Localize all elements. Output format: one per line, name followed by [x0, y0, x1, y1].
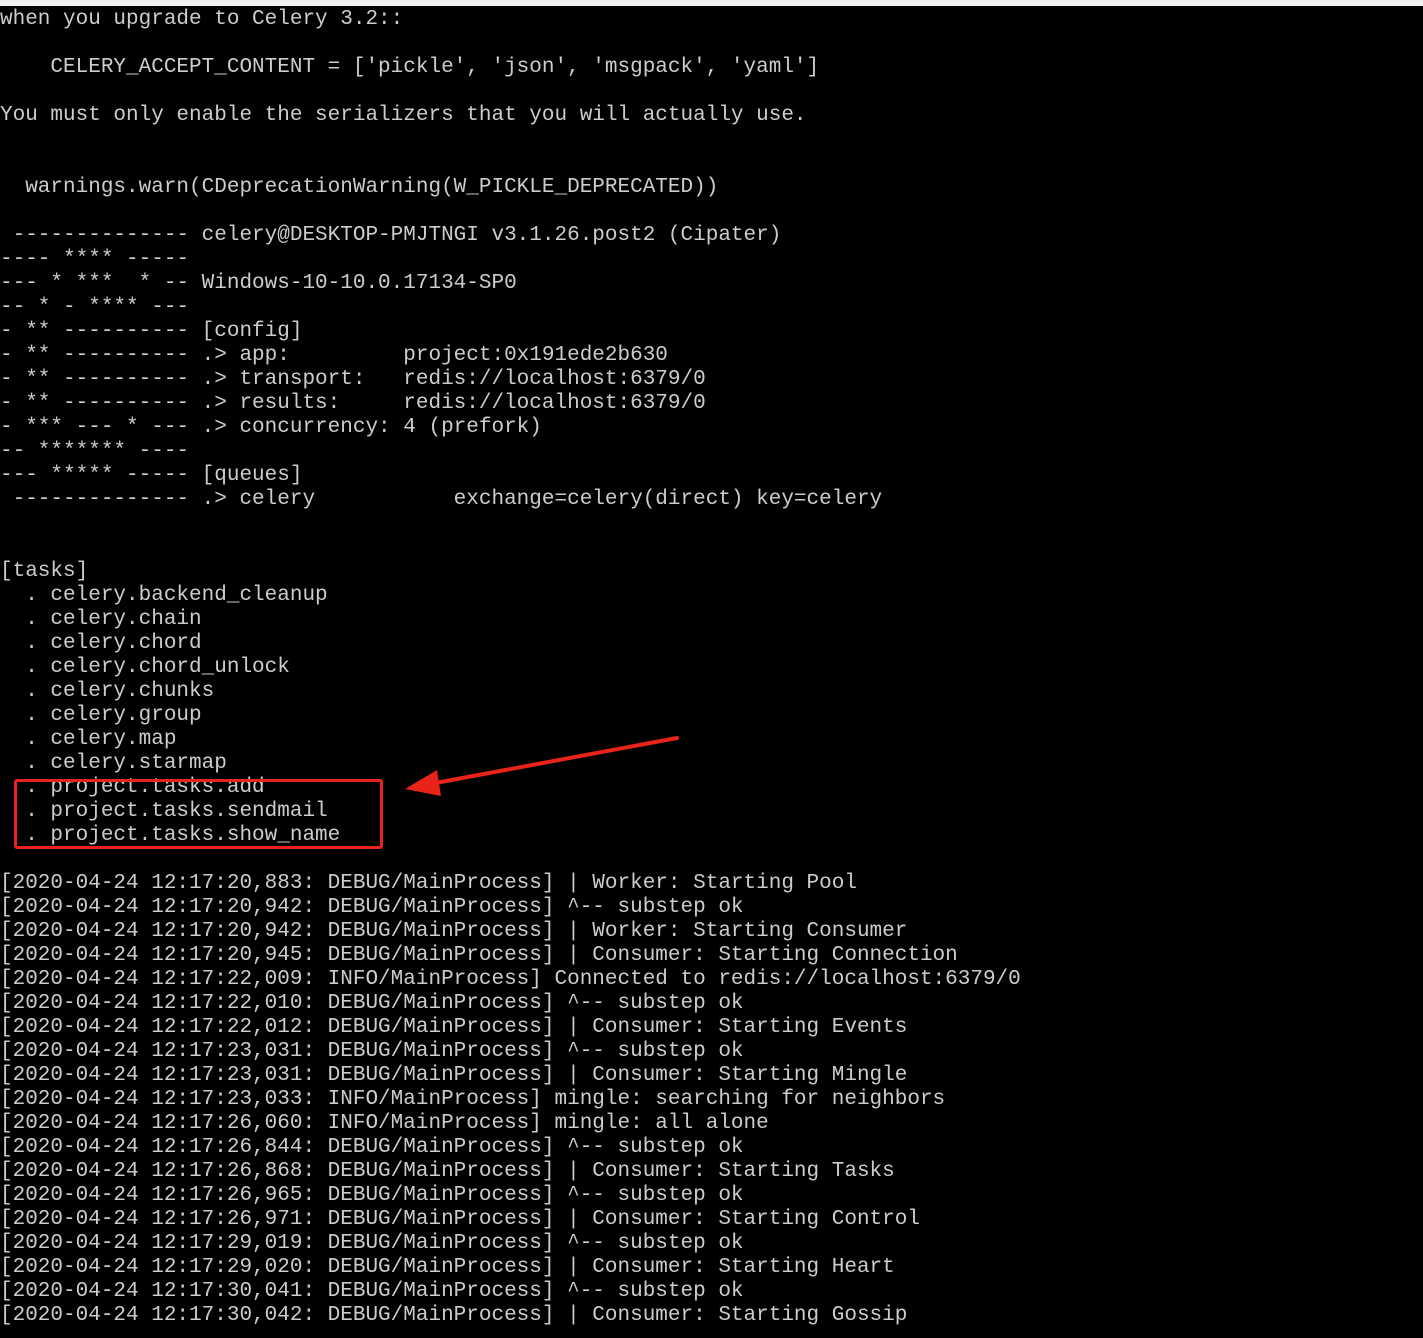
terminal-line: [2020-04-24 12:17:30,042: DEBUG/MainProc… [0, 1304, 908, 1327]
terminal-line: . celery.starmap [0, 752, 227, 775]
terminal-line: [2020-04-24 12:17:26,844: DEBUG/MainProc… [0, 1136, 744, 1159]
terminal-line: [2020-04-24 12:17:23,033: INFO/MainProce… [0, 1088, 946, 1111]
terminal-line: -------------- .> celery exchange=celery… [0, 488, 883, 511]
terminal-line: -- * - **** --- [0, 296, 190, 319]
terminal-line: -------------- celery@DESKTOP-PMJTNGI v3… [0, 224, 782, 247]
terminal-line: . celery.chunks [0, 680, 215, 703]
terminal-output: when you upgrade to Celery 3.2:: CELERY_… [0, 8, 1021, 1328]
terminal-line: [2020-04-24 12:17:26,965: DEBUG/MainProc… [0, 1184, 744, 1207]
terminal-line: warnings.warn(CDeprecationWarning(W_PICK… [0, 176, 719, 199]
terminal-line: [2020-04-24 12:17:30,041: DEBUG/MainProc… [0, 1280, 744, 1303]
terminal-line: [2020-04-24 12:17:22,012: DEBUG/MainProc… [0, 1016, 908, 1039]
terminal-line: [2020-04-24 12:17:20,945: DEBUG/MainProc… [0, 944, 958, 967]
terminal-line: when you upgrade to Celery 3.2:: [0, 8, 404, 31]
terminal-line: CELERY_ACCEPT_CONTENT = ['pickle', 'json… [0, 56, 820, 79]
terminal-line: . celery.chain [0, 608, 202, 631]
highlight-box [14, 779, 383, 849]
terminal-line: [2020-04-24 12:17:26,060: INFO/MainProce… [0, 1112, 769, 1135]
terminal-line: [tasks] [0, 560, 89, 583]
terminal-line: You must only enable the serializers tha… [0, 104, 807, 127]
terminal-line: - ** ---------- .> transport: redis://lo… [0, 368, 706, 391]
terminal-line: [2020-04-24 12:17:20,942: DEBUG/MainProc… [0, 896, 744, 919]
terminal-line: - ** ---------- .> app: project:0x191ede… [0, 344, 668, 367]
terminal-line: [2020-04-24 12:17:29,020: DEBUG/MainProc… [0, 1256, 895, 1279]
terminal-line: . celery.group [0, 704, 202, 727]
terminal-line: [2020-04-24 12:17:26,971: DEBUG/MainProc… [0, 1208, 920, 1231]
terminal-line: --- * *** * -- Windows-10-10.0.17134-SP0 [0, 272, 517, 295]
terminal-line: - ** ---------- .> results: redis://loca… [0, 392, 706, 415]
terminal-line: [2020-04-24 12:17:20,942: DEBUG/MainProc… [0, 920, 908, 943]
terminal-line: . celery.chord [0, 632, 202, 655]
terminal-line: [2020-04-24 12:17:23,031: DEBUG/MainProc… [0, 1040, 744, 1063]
terminal-line: . celery.map [0, 728, 177, 751]
terminal-line: [2020-04-24 12:17:26,868: DEBUG/MainProc… [0, 1160, 895, 1183]
terminal-line: [2020-04-24 12:17:22,009: INFO/MainProce… [0, 968, 1021, 991]
terminal-window[interactable]: when you upgrade to Celery 3.2:: CELERY_… [0, 0, 1423, 1338]
window-title-strip [0, 0, 1423, 6]
terminal-line: . celery.backend_cleanup [0, 584, 328, 607]
terminal-line: [2020-04-24 12:17:23,031: DEBUG/MainProc… [0, 1064, 908, 1087]
terminal-line: [2020-04-24 12:17:20,883: DEBUG/MainProc… [0, 872, 857, 895]
terminal-line: -- ******* ---- [0, 440, 190, 463]
terminal-line: ---- **** ----- [0, 248, 190, 271]
terminal-line: - *** --- * --- .> concurrency: 4 (prefo… [0, 416, 542, 439]
terminal-line: [2020-04-24 12:17:22,010: DEBUG/MainProc… [0, 992, 744, 1015]
terminal-line: . celery.chord_unlock [0, 656, 290, 679]
terminal-line: --- ***** ----- [queues] [0, 464, 303, 487]
terminal-line: - ** ---------- [config] [0, 320, 303, 343]
terminal-line: [2020-04-24 12:17:29,019: DEBUG/MainProc… [0, 1232, 744, 1255]
